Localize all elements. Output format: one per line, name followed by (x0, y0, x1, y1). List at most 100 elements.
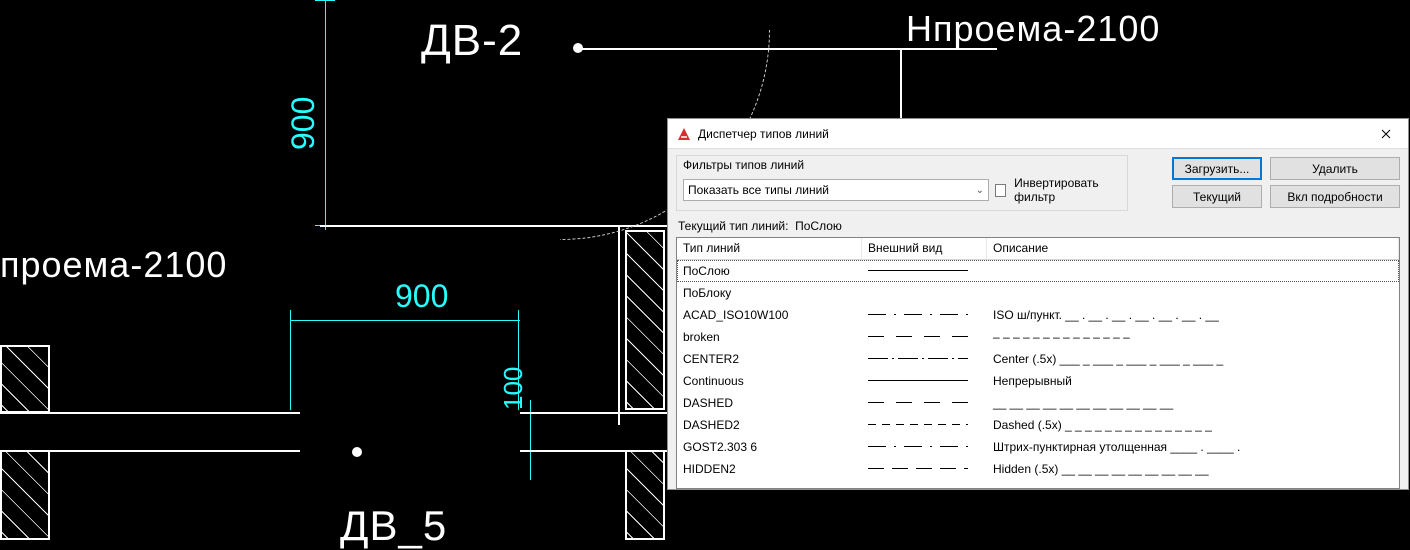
dimension-value: 900 (395, 278, 448, 315)
linetype-list[interactable]: Тип линий Внешний вид Описание ПоСлою ПоБ… (676, 237, 1400, 489)
current-button[interactable]: Текущий (1172, 185, 1262, 208)
dim-tick (315, 0, 335, 1)
load-button[interactable]: Загрузить... (1172, 157, 1262, 180)
linetype-sample (868, 380, 968, 381)
dim-line (325, 0, 326, 230)
cell-desc: Dashed (.5x) _ _ _ _ _ _ _ _ _ _ _ _ _ _… (987, 416, 1399, 434)
cell-appearance (862, 356, 987, 362)
cell-appearance (862, 334, 987, 340)
wall-hatch (625, 230, 665, 410)
cell-appearance (862, 466, 987, 472)
cell-desc: ISO ш/пункт. __ . __ . __ . __ . __ . __… (987, 306, 1399, 324)
linetype-sample (868, 314, 968, 316)
cell-appearance (862, 291, 987, 295)
current-value: ПоСлою (795, 219, 842, 233)
cell-desc: Непрерывный (987, 372, 1399, 390)
dimension-value: 900 (285, 97, 322, 150)
cell-name: broken (677, 328, 862, 346)
details-button[interactable]: Вкл подробности (1270, 185, 1400, 208)
label-dv2: ДВ-2 (421, 16, 523, 66)
node-point (573, 43, 583, 53)
invert-filter-checkbox[interactable] (995, 184, 1006, 197)
list-body: ПоСлою ПоБлоку ACAD_ISO10W100 ISO ш/пункт. … (677, 260, 1399, 480)
current-label: Текущий тип линий: (678, 219, 788, 233)
button-column: Загрузить... Удалить Текущий Вкл подробн… (1172, 155, 1400, 208)
linetype-sample (868, 358, 968, 360)
cell-name: ACAD_ISO10W100 (677, 306, 862, 324)
app-icon (676, 126, 692, 142)
table-row[interactable]: Continuous Непрерывный (677, 370, 1399, 392)
filter-group: Фильтры типов линий Показать все типы ли… (676, 155, 1128, 211)
cell-desc (987, 291, 1399, 295)
wall-line (618, 225, 620, 425)
node-point (352, 447, 362, 457)
cell-appearance (862, 400, 987, 406)
titlebar[interactable]: Диспетчер типов линий (668, 119, 1408, 149)
cell-desc: Center (.5x) ___ _ ___ _ ___ _ ___ _ ___… (987, 350, 1399, 368)
table-row[interactable]: HIDDEN2 Hidden (.5x) __ __ __ __ __ __ __… (677, 458, 1399, 480)
invert-filter-label: Инвертировать фильтр (1014, 176, 1121, 204)
cell-desc: __ __ __ __ __ __ __ __ __ __ __ (987, 394, 1399, 412)
close-button[interactable] (1366, 120, 1406, 148)
dialog-title: Диспетчер типов линий (698, 127, 1366, 141)
filter-group-label: Фильтры типов линий (683, 158, 1121, 172)
cell-name: ПоБлоку (677, 284, 862, 302)
col-header-name[interactable]: Тип линий (677, 238, 862, 259)
col-header-appearance[interactable]: Внешний вид (862, 238, 987, 259)
table-row[interactable]: ПоБлоку (677, 282, 1399, 304)
cell-name: ПоСлою (677, 262, 862, 280)
table-row[interactable]: broken – – – – – – – – – – – – – – (677, 326, 1399, 348)
dim-line (290, 320, 520, 321)
table-row[interactable]: GOST2.303 6 Штрих-пунктирная утолщенная _… (677, 436, 1399, 458)
linetype-sample (868, 468, 968, 470)
cell-name: HIDDEN2 (677, 460, 862, 478)
cell-appearance (862, 312, 987, 318)
cell-desc: – – – – – – – – – – – – – – (987, 328, 1399, 346)
label-dv5: ДВ_5 (340, 502, 447, 550)
chevron-down-icon: ⌄ (976, 185, 984, 196)
cell-desc (987, 269, 1399, 273)
button-label: Удалить (1312, 162, 1358, 176)
cell-appearance (862, 444, 987, 450)
button-label: Загрузить... (1185, 162, 1250, 176)
cell-appearance (862, 378, 987, 383)
linetype-sample (868, 336, 968, 338)
cell-name: Continuous (677, 372, 862, 390)
close-icon (1381, 129, 1391, 139)
table-row[interactable]: DASHED __ __ __ __ __ __ __ __ __ __ __ (677, 392, 1399, 414)
label-hproema-right: Нпроема-2100 (906, 8, 1160, 50)
table-row[interactable]: ACAD_ISO10W100 ISO ш/пункт. __ . __ . __ … (677, 304, 1399, 326)
list-header: Тип линий Внешний вид Описание (677, 238, 1399, 260)
linetype-sample (868, 402, 968, 404)
cell-desc: Штрих-пунктирная утолщенная ____ . ____ … (987, 438, 1399, 456)
linetype-sample (868, 270, 968, 271)
cell-appearance (862, 422, 987, 428)
dimension-value: 100 (498, 367, 529, 410)
filter-row: Фильтры типов линий Показать все типы ли… (676, 155, 1400, 211)
wall-hatch (0, 450, 50, 540)
linetype-sample (868, 446, 968, 448)
dialog-body: Фильтры типов линий Показать все типы ли… (668, 149, 1408, 489)
wall-hatch (0, 345, 50, 413)
linetype-manager-dialog: Диспетчер типов линий Фильтры типов лини… (667, 118, 1409, 490)
dim-tick (290, 310, 291, 410)
cell-desc: Hidden (.5x) __ __ __ __ __ __ __ __ __ (987, 460, 1399, 478)
cell-name: GOST2.303 6 (677, 438, 862, 456)
table-row[interactable]: CENTER2 Center (.5x) ___ _ ___ _ ___ _ __… (677, 348, 1399, 370)
button-label: Вкл подробности (1287, 190, 1382, 204)
table-row[interactable]: DASHED2 Dashed (.5x) _ _ _ _ _ _ _ _ _ _ … (677, 414, 1399, 436)
cell-appearance (862, 268, 987, 273)
cell-name: CENTER2 (677, 350, 862, 368)
delete-button[interactable]: Удалить (1270, 157, 1400, 180)
label-hproema-left: проема-2100 (0, 244, 227, 286)
combo-value: Показать все типы линий (688, 183, 829, 197)
cell-name: DASHED (677, 394, 862, 412)
filter-controls: Показать все типы линий ⌄ Инвертировать … (683, 176, 1121, 204)
cell-name: DASHED2 (677, 416, 862, 434)
filter-combo[interactable]: Показать все типы линий ⌄ (683, 179, 989, 201)
current-linetype-label: Текущий тип линий: ПоСлою (676, 211, 1400, 237)
wall-hatch (625, 450, 665, 540)
table-row[interactable]: ПоСлою (677, 260, 1399, 282)
col-header-desc[interactable]: Описание (987, 238, 1399, 259)
button-label: Текущий (1193, 190, 1241, 204)
